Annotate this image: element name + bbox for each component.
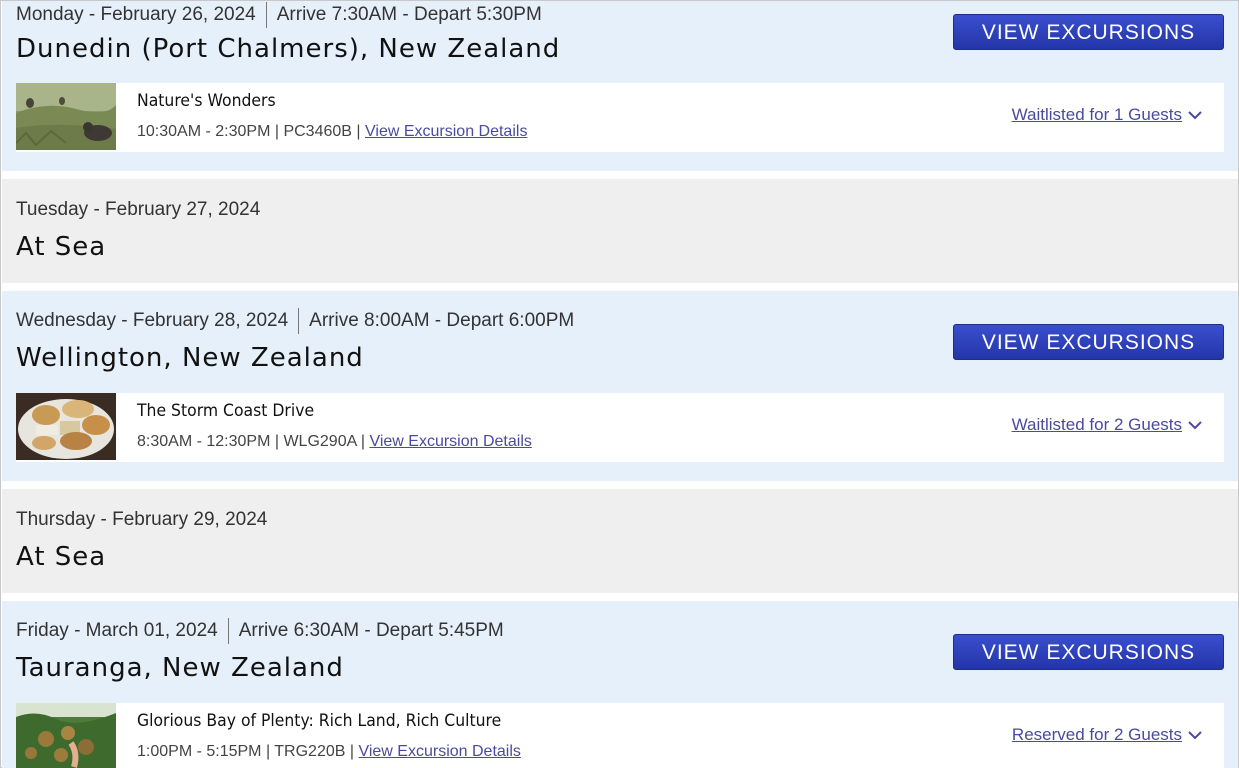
chevron-down-icon bbox=[1188, 111, 1202, 120]
day-date: Monday - February 26, 2024 bbox=[16, 4, 256, 25]
separator: | bbox=[261, 743, 275, 760]
guest-status-dropdown[interactable]: Reserved for 2 Guests bbox=[1012, 725, 1202, 745]
separator: | bbox=[351, 123, 365, 140]
port-name: Dunedin (Port Chalmers), New Zealand bbox=[16, 34, 561, 64]
chevron-down-icon bbox=[1188, 731, 1202, 740]
excursion-meta: 8:30AM - 12:30PM | WLG290A | View Excurs… bbox=[137, 433, 532, 451]
view-excursions-button[interactable]: VIEW EXCURSIONS bbox=[953, 324, 1224, 360]
excursion-name: Glorious Bay of Plenty: Rich Land, Rich … bbox=[137, 711, 502, 731]
excursion-name: The Storm Coast Drive bbox=[137, 401, 315, 421]
excursion-image-pastries bbox=[16, 393, 116, 460]
divider bbox=[227, 618, 229, 644]
guest-status-dropdown[interactable]: Waitlisted for 1 Guests bbox=[1012, 105, 1202, 125]
guest-status-label: Waitlisted for 2 Guests bbox=[1011, 415, 1182, 434]
guest-status-dropdown[interactable]: Waitlisted for 2 Guests bbox=[1012, 415, 1202, 435]
guest-status-label: Reserved for 2 Guests bbox=[1011, 725, 1182, 744]
separator: | bbox=[270, 123, 284, 140]
arrive-depart-times: Arrive 6:30AM - Depart 5:45PM bbox=[238, 620, 504, 641]
divider bbox=[298, 308, 300, 334]
day-section-at-sea: Tuesday - February 27, 2024 At Sea bbox=[2, 179, 1238, 283]
excursion-code: PC3460B bbox=[283, 123, 352, 140]
day-section-tauranga: Friday - March 01, 2024 Arrive 6:30AM - … bbox=[2, 601, 1238, 768]
separator: | bbox=[270, 433, 284, 450]
date-line: Friday - March 01, 2024 Arrive 6:30AM - … bbox=[16, 618, 504, 644]
excursion-time: 1:00PM - 5:15PM bbox=[137, 743, 262, 760]
excursion-meta: 10:30AM - 2:30PM | PC3460B | View Excurs… bbox=[137, 123, 527, 141]
guest-status-label: Waitlisted for 1 Guests bbox=[1011, 105, 1182, 124]
date-line: Wednesday - February 28, 2024 Arrive 8:0… bbox=[16, 308, 574, 334]
excursion-time: 10:30AM - 2:30PM bbox=[137, 123, 271, 140]
port-name: Wellington, New Zealand bbox=[16, 343, 364, 373]
excursion-name: Nature's Wonders bbox=[137, 91, 276, 111]
excursion-code: WLG290A bbox=[283, 433, 357, 450]
at-sea-title: At Sea bbox=[16, 542, 107, 572]
separator: | bbox=[345, 743, 359, 760]
day-section-at-sea: Thursday - February 29, 2024 At Sea bbox=[2, 489, 1238, 593]
excursion-code: TRG220B bbox=[274, 743, 346, 760]
excursion-image-fruit bbox=[16, 703, 116, 768]
excursion-image-seals bbox=[16, 83, 116, 150]
view-excursions-button[interactable]: VIEW EXCURSIONS bbox=[953, 14, 1224, 50]
excursion-card: Nature's Wonders 10:30AM - 2:30PM | PC34… bbox=[16, 83, 1224, 152]
day-section-wellington: Wednesday - February 28, 2024 Arrive 8:0… bbox=[2, 291, 1238, 481]
day-date: Friday - March 01, 2024 bbox=[16, 620, 218, 641]
view-excursions-button[interactable]: VIEW EXCURSIONS bbox=[953, 634, 1224, 670]
excursion-card: Glorious Bay of Plenty: Rich Land, Rich … bbox=[16, 703, 1224, 768]
view-excursion-details-link[interactable]: View Excursion Details bbox=[365, 123, 527, 140]
day-date: Wednesday - February 28, 2024 bbox=[16, 310, 289, 331]
day-section-dunedin: Monday - February 26, 2024 Arrive 7:30AM… bbox=[2, 1, 1238, 171]
arrive-depart-times: Arrive 7:30AM - Depart 5:30PM bbox=[276, 4, 542, 25]
excursion-card: The Storm Coast Drive 8:30AM - 12:30PM |… bbox=[16, 393, 1224, 462]
view-excursion-details-link[interactable]: View Excursion Details bbox=[369, 433, 531, 450]
view-excursion-details-link[interactable]: View Excursion Details bbox=[358, 743, 520, 760]
at-sea-title: At Sea bbox=[16, 232, 107, 262]
day-date: Thursday - February 29, 2024 bbox=[16, 509, 268, 530]
chevron-down-icon bbox=[1188, 421, 1202, 430]
day-date: Tuesday - February 27, 2024 bbox=[16, 199, 261, 220]
date-line: Monday - February 26, 2024 Arrive 7:30AM… bbox=[16, 2, 542, 28]
excursion-time: 8:30AM - 12:30PM bbox=[137, 433, 271, 450]
port-name: Tauranga, New Zealand bbox=[16, 653, 344, 683]
separator: | bbox=[356, 433, 370, 450]
divider bbox=[265, 2, 267, 28]
arrive-depart-times: Arrive 8:00AM - Depart 6:00PM bbox=[309, 310, 575, 331]
excursion-meta: 1:00PM - 5:15PM | TRG220B | View Excursi… bbox=[137, 743, 521, 761]
